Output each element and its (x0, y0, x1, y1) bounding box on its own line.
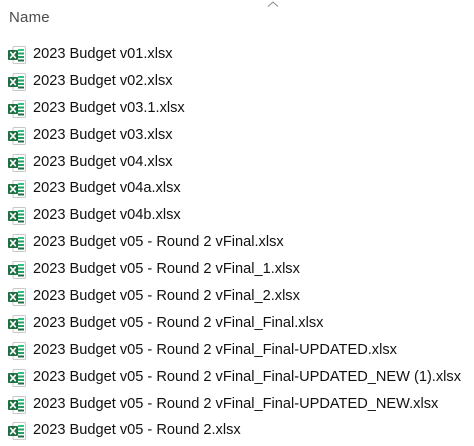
file-row[interactable]: 2023 Budget v04a.xlsx (0, 176, 474, 203)
excel-file-icon (7, 368, 27, 388)
file-name: 2023 Budget v05 - Round 2 vFinal_Final-U… (33, 341, 397, 358)
file-name: 2023 Budget v04a.xlsx (33, 180, 181, 197)
file-row[interactable]: 2023 Budget v03.xlsx (0, 123, 474, 150)
name-column-header[interactable]: Name (9, 9, 50, 26)
file-name: 2023 Budget v05 - Round 2.xlsx (33, 422, 241, 439)
file-row[interactable]: 2023 Budget v05 - Round 2 vFinal_Final.x… (0, 311, 474, 338)
file-row[interactable]: 2023 Budget v01.xlsx (0, 42, 474, 69)
file-name: 2023 Budget v05 - Round 2 vFinal_Final-U… (33, 368, 461, 385)
excel-file-icon (7, 233, 27, 253)
excel-file-icon (7, 260, 27, 280)
file-row[interactable]: 2023 Budget v03.1.xlsx (0, 96, 474, 123)
file-name: 2023 Budget v04b.xlsx (33, 207, 181, 224)
file-row[interactable]: 2023 Budget v05 - Round 2 vFinal_Final-U… (0, 365, 474, 392)
file-name: 2023 Budget v04.xlsx (33, 153, 173, 170)
file-name: 2023 Budget v03.1.xlsx (33, 99, 185, 116)
column-header: Name (0, 0, 474, 36)
file-name: 2023 Budget v05 - Round 2 vFinal_2.xlsx (33, 288, 300, 305)
file-row[interactable]: 2023 Budget v05 - Round 2 vFinal_1.xlsx (0, 257, 474, 284)
excel-file-icon (7, 126, 27, 146)
file-name: 2023 Budget v05 - Round 2 vFinal.xlsx (33, 234, 284, 251)
excel-file-icon (7, 395, 27, 415)
file-name: 2023 Budget v01.xlsx (33, 46, 173, 62)
excel-file-icon (7, 72, 27, 92)
file-row[interactable]: 2023 Budget v05 - Round 2 vFinal_Final-U… (0, 392, 474, 419)
excel-file-icon (7, 314, 27, 334)
excel-file-icon (7, 153, 27, 173)
file-row[interactable]: 2023 Budget v05 - Round 2 vFinal.xlsx (0, 230, 474, 257)
excel-file-icon (7, 341, 27, 361)
chevron-up-icon[interactable] (266, 0, 280, 8)
excel-file-icon (7, 99, 27, 119)
file-name: 2023 Budget v05 - Round 2 vFinal_Final.x… (33, 314, 324, 331)
file-name: 2023 Budget v05 - Round 2 vFinal_Final-U… (33, 395, 439, 412)
excel-file-icon (7, 421, 27, 441)
file-row[interactable]: 2023 Budget v02.xlsx (0, 69, 474, 96)
file-name: 2023 Budget v03.xlsx (33, 126, 173, 143)
file-row[interactable]: 2023 Budget v05 - Round 2 vFinal_2.xlsx (0, 284, 474, 311)
excel-file-icon (7, 179, 27, 199)
file-list: 2023 Budget v01.xlsx 2023 Budget v02.xls… (0, 42, 474, 445)
excel-file-icon (7, 206, 27, 226)
excel-file-icon (7, 287, 27, 307)
file-name: 2023 Budget v02.xlsx (33, 72, 173, 89)
excel-file-icon (7, 45, 27, 65)
file-row[interactable]: 2023 Budget v04.xlsx (0, 150, 474, 177)
file-row[interactable]: 2023 Budget v04b.xlsx (0, 203, 474, 230)
file-row[interactable]: 2023 Budget v05 - Round 2.xlsx (0, 418, 474, 445)
file-row[interactable]: 2023 Budget v05 - Round 2 vFinal_Final-U… (0, 338, 474, 365)
file-name: 2023 Budget v05 - Round 2 vFinal_1.xlsx (33, 261, 300, 278)
